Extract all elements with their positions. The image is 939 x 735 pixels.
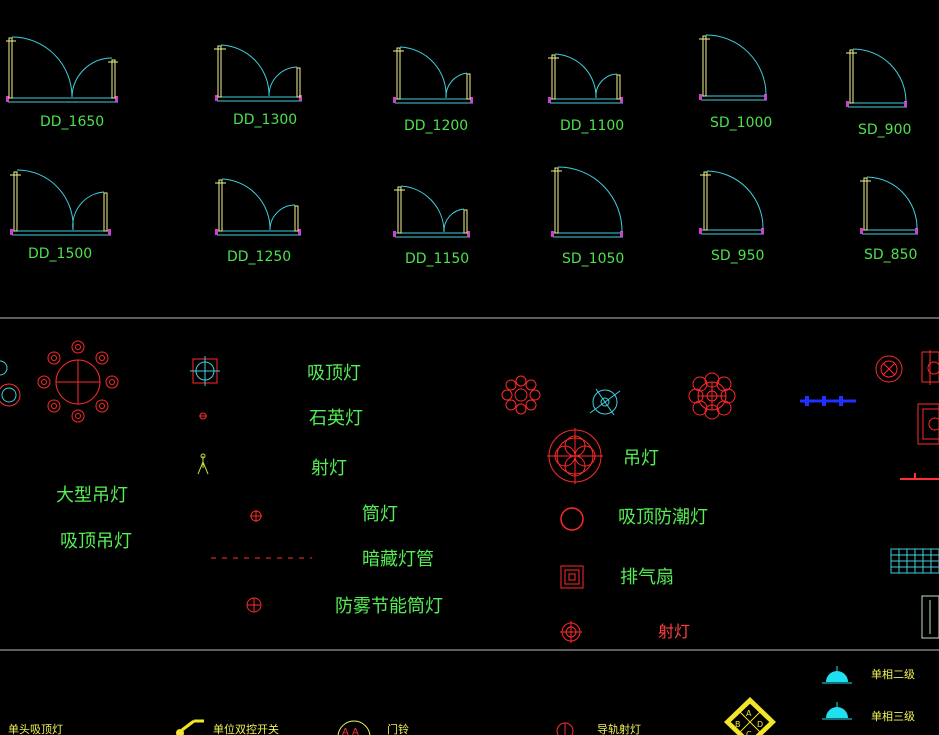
label-right-3: 排气扇 xyxy=(620,567,674,588)
label-doorbell: 门铃 xyxy=(387,722,409,735)
spotlight-icon xyxy=(197,453,209,475)
door-symbol-dd-1150 xyxy=(393,185,470,238)
label-double-switch: 单位双控开关 xyxy=(213,722,279,735)
label-mid-2: 石英灯 xyxy=(309,408,363,429)
fan-light-icon xyxy=(589,388,621,416)
label-phase-two: 单相二级 xyxy=(871,668,915,681)
track-light-icon xyxy=(800,396,856,406)
door-symbol-dd-1300 xyxy=(214,44,302,102)
door-label-5: SD_1000 xyxy=(710,115,772,131)
panel-frame-icon xyxy=(921,595,939,639)
ceiling-light-icon xyxy=(190,356,220,386)
moisture-proof-light-icon xyxy=(560,507,584,531)
quartz-light-icon xyxy=(199,412,207,420)
door-label-4: DD_1100 xyxy=(560,118,624,134)
door-symbol-dd-1250 xyxy=(215,178,301,236)
label-mid-5: 暗藏灯管 xyxy=(362,549,434,570)
downlight-icon xyxy=(250,510,262,522)
door-label-2: DD_1300 xyxy=(233,112,297,128)
door-label-1: DD_1650 xyxy=(40,114,104,130)
door-label-12: SD_850 xyxy=(864,247,917,263)
wall-light-icon xyxy=(875,350,939,445)
cad-drawing: DD_1650 DD_1300 DD_1200 DD_1100 SD_1000 … xyxy=(0,34,939,735)
partial-light-symbol xyxy=(0,360,21,407)
label-right-4: 射灯 xyxy=(658,622,690,641)
flower-chandelier-large-icon xyxy=(688,372,736,420)
pendant-light-icon xyxy=(547,428,603,484)
label-large-chandelier: 大型吊灯 xyxy=(56,485,128,506)
door-symbol-dd-1650 xyxy=(6,36,118,103)
junction-box-icon: A B D C xyxy=(724,697,776,735)
junction-label-b: B xyxy=(735,720,741,729)
door-label-10: SD_1050 xyxy=(562,251,624,267)
flower-chandelier-small-icon xyxy=(501,375,541,415)
door-label-3: DD_1200 xyxy=(404,118,468,134)
junction-label-c: C xyxy=(746,730,752,735)
phase-two-icon xyxy=(822,666,852,684)
door-symbol-sd-950 xyxy=(699,170,764,235)
door-label-7: DD_1500 xyxy=(28,246,92,262)
label-phase-three: 单相三级 xyxy=(871,710,915,723)
svg-text:A A: A A xyxy=(342,727,359,735)
guide-spotlight-icon xyxy=(556,722,574,735)
door-symbol-sd-1000 xyxy=(699,34,767,101)
label-guide-spotlight: 导轨射灯 xyxy=(597,722,641,735)
door-symbol-dd-1100 xyxy=(548,53,623,104)
large-chandelier-icon xyxy=(37,340,119,423)
door-symbol-sd-850 xyxy=(860,176,918,235)
grille-icon xyxy=(890,548,939,574)
label-mid-4: 筒灯 xyxy=(362,504,398,525)
door-label-6: SD_900 xyxy=(858,122,911,138)
doorbell-icon: A A xyxy=(337,720,371,735)
label-right-2: 吸顶防潮灯 xyxy=(618,507,708,528)
door-symbol-sd-1050 xyxy=(551,166,623,238)
door-label-9: DD_1150 xyxy=(405,251,469,267)
door-label-8: DD_1250 xyxy=(227,249,291,265)
label-right-1: 吊灯 xyxy=(623,448,659,469)
spotlight-2-icon xyxy=(560,621,582,643)
label-ceiling-chandelier: 吸顶吊灯 xyxy=(60,531,132,552)
door-symbol-dd-1200 xyxy=(393,46,473,104)
label-mid-3: 射灯 xyxy=(311,458,347,479)
label-single-ceiling: 单头吸顶灯 xyxy=(8,723,63,735)
junction-label-d: D xyxy=(757,720,763,729)
exhaust-fan-icon xyxy=(560,565,584,589)
door-label-11: SD_950 xyxy=(711,248,764,264)
door-symbol-dd-1500 xyxy=(10,169,111,236)
door-symbol-sd-900 xyxy=(846,48,907,108)
fog-proof-downlight-icon xyxy=(246,597,262,613)
phase-three-icon xyxy=(822,702,852,720)
junction-label-a: A xyxy=(746,709,752,718)
label-mid-6: 防雾节能筒灯 xyxy=(335,596,443,617)
label-mid-1: 吸顶灯 xyxy=(307,363,361,384)
double-switch-icon xyxy=(181,719,204,732)
